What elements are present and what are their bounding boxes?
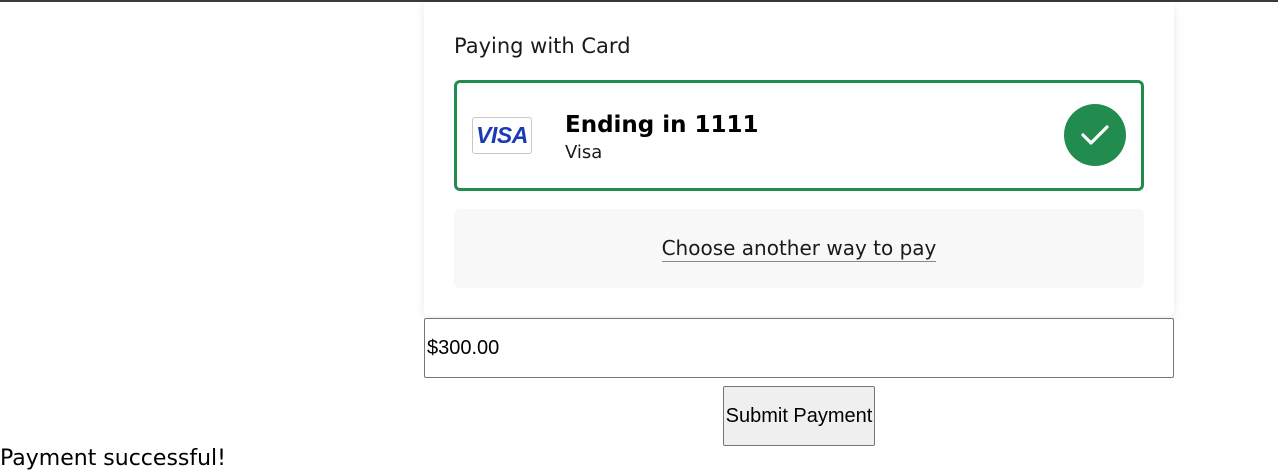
payment-status-message: Payment successful!	[0, 446, 226, 471]
selected-card-option[interactable]: VISA Ending in 1111 Visa	[454, 80, 1144, 191]
submit-payment-button[interactable]: Submit Payment	[723, 386, 875, 446]
visa-logo-icon: VISA	[472, 117, 532, 154]
checkmark-circle-icon	[1064, 104, 1126, 166]
amount-input[interactable]	[424, 318, 1174, 378]
choose-another-way-button[interactable]: Choose another way to pay	[454, 209, 1144, 288]
checkmark-icon	[1081, 125, 1109, 145]
payment-method-panel: Paying with Card VISA Ending in 1111 Vis…	[424, 2, 1174, 316]
visa-logo-text: VISA	[476, 122, 528, 148]
choose-another-way-link[interactable]: Choose another way to pay	[661, 236, 937, 262]
card-ending-label: Ending in 1111	[565, 112, 759, 138]
card-brand-label: Visa	[565, 142, 603, 163]
panel-title: Paying with Card	[454, 34, 631, 58]
